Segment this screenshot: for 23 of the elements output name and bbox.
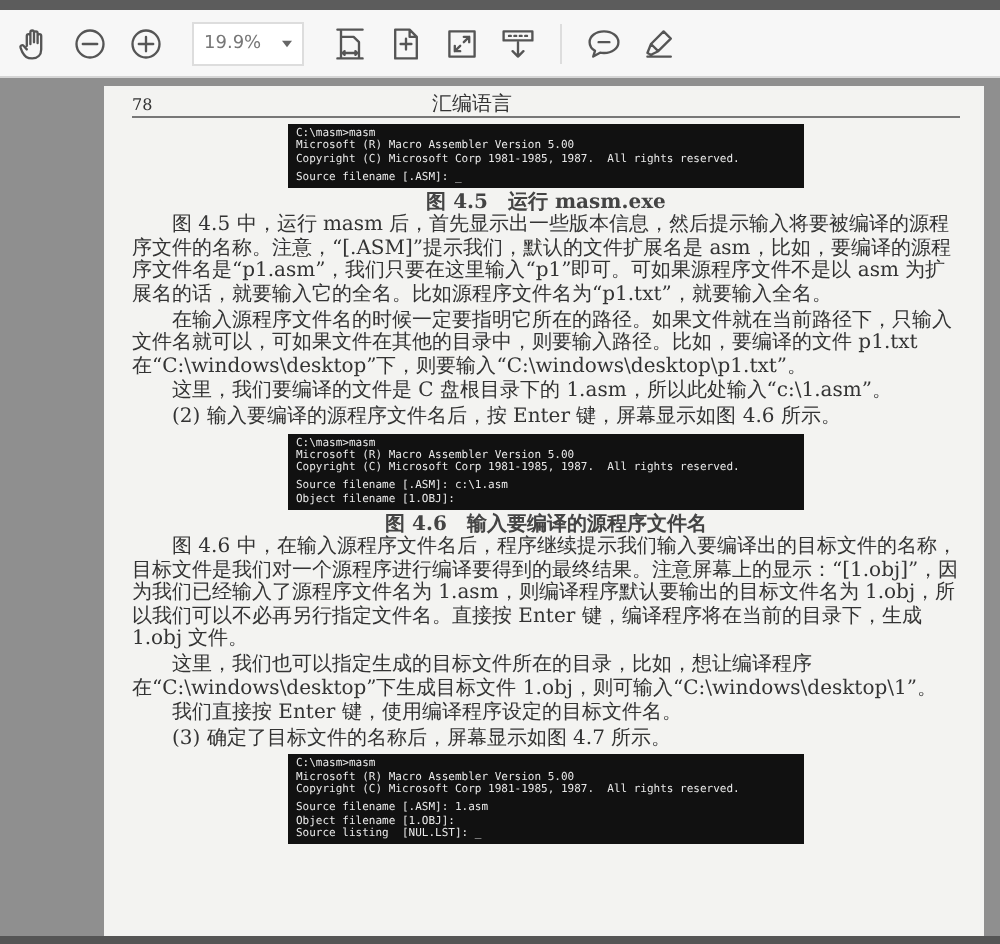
highlighter-icon[interactable] [642, 25, 678, 61]
figure-caption: 图 4.5 运行 masm.exe [424, 192, 668, 215]
page-fit-icon[interactable] [388, 25, 424, 61]
zoom-out-icon[interactable] [72, 25, 108, 61]
zoom-dropdown[interactable]: 19.9% [192, 21, 304, 65]
full-screen-icon[interactable] [444, 25, 480, 61]
page-number: 78 [132, 94, 155, 116]
zoom-in-icon[interactable] [128, 25, 164, 61]
paragraph: 这里，我们要编译的文件是 C 盘根目录下的 1.asm，所以此处输入“c:\1.asm”。 [170, 380, 894, 404]
paragraph: 图 4.5 中，运行 masm 后，首先显示出一些版本信息，然后提示输入将要被编译的源程序文件的名称。注意，“[.ASM]”提示我们，默认的文件扩展名是 asm，比如，要编译的源程序文件名是“p1.asm”，我们只要在这里输入“p1”即可。可如果源程序文件不是以 asm 为扩展名的话，就要输入它的全名。比如源程序文件名为“p1.txt”，就要输入全名。 [132, 214, 953, 308]
fit-width-icon[interactable] [332, 25, 368, 61]
zoom-value: 19.9% [204, 33, 262, 53]
paragraph: (2) 输入要编译的源程序文件名后，按 Enter 键，屏幕显示如图 4.6 所示。 [170, 405, 843, 430]
scroll-mode-icon[interactable] [500, 25, 536, 61]
paragraph: 这里，我们也可以指定生成的目标文件所在的目录，比如，想让编译程序在“C:\windows\desktop”下生成目标文件 1.obj，则可输入“C:\windows\desktop\1”。 [132, 653, 939, 701]
paragraph: 图 4.6 中，在输入源程序文件名后，程序继续提示我们输入要编译出的目标文件的名称，目标文件是我们对一个源程序进行编译要得到的最终结果。注意屏幕上的显示：“[1.obj]”，因为我们已经输入了源程序文件名为 1.asm，则编译程序默认要输出的目标文件名为 1.obj，所以我们可以不必再另行指定文件名。直接按 Enter 键，编译程序将在当前的目录下，生成 1.obj 文件。 [132, 536, 960, 652]
caret-icon [282, 39, 292, 47]
running-title: 汇编语言 [432, 94, 512, 116]
comment-icon[interactable] [586, 25, 622, 61]
paragraph: 我们直接按 Enter 键，使用编译程序设定的目标文件名。 [170, 702, 684, 726]
figure-caption: 图 4.6 输入要编译的源程序文件名 [385, 514, 707, 537]
paragraph: (3) 确定了目标文件的名称后，屏幕显示如图 4.7 所示。 [170, 727, 674, 751]
paragraph: 在输入源程序文件名的时候一定要指明它所在的路径。如果文件就在当前路径下，只输入文件名就可以，可如果文件在其他的目录中，则要输入路径。比如，要编译的文件 p1.txt 在“C:\windows\desktop”下，则要输入“C:\windows\desktop\p1.txt”。 [132, 309, 954, 379]
